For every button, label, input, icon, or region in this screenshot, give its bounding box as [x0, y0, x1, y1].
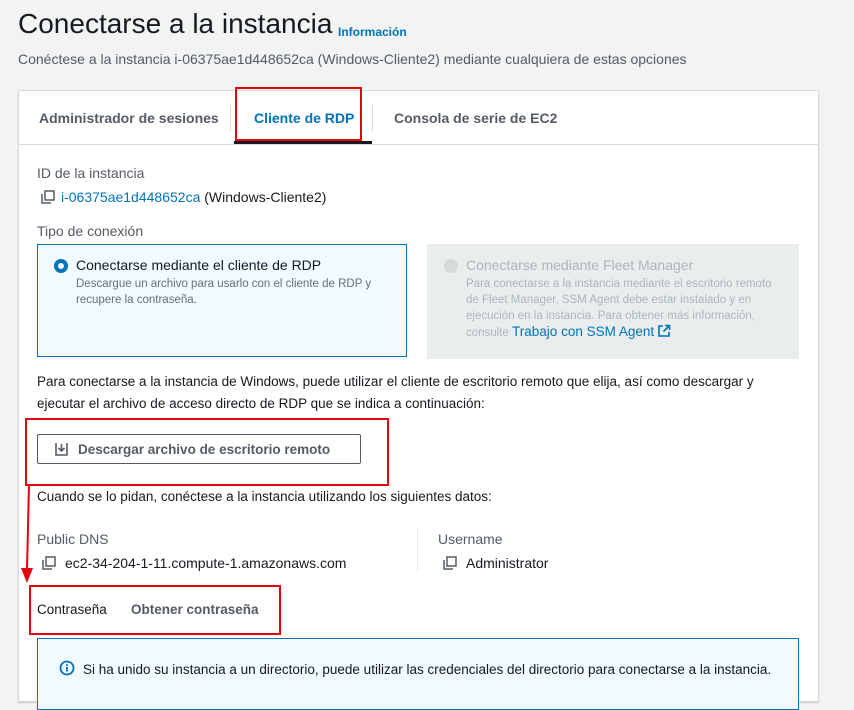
page-subtitle: Conéctese a la instancia i-06375ae1d4486…	[18, 51, 687, 67]
active-tab-indicator	[234, 141, 372, 144]
fleet-option-desc: Para conectarse a la instancia mediante …	[466, 278, 772, 339]
fleet-option-title: Conectarse mediante Fleet Manager	[466, 257, 694, 273]
connection-type-label: Tipo de conexión	[37, 223, 144, 239]
external-link-icon	[658, 324, 671, 337]
tab-ec2-serial-console[interactable]: Consola de serie de EC2	[394, 110, 557, 126]
username-value: Administrator	[466, 555, 549, 571]
rdp-client-option[interactable]: Conectarse mediante el cliente de RDP De…	[37, 244, 407, 357]
radio-disabled-icon	[444, 259, 458, 273]
copy-icon[interactable]	[42, 556, 56, 575]
ssm-agent-link[interactable]: Trabajo con SSM Agent	[512, 324, 654, 339]
instance-id-link[interactable]: i-06375ae1d448652ca	[61, 189, 200, 205]
tab-separator	[372, 105, 373, 131]
info-alert-text: Si ha unido su instancia a un directorio…	[83, 662, 772, 677]
rdp-option-title: Conectarse mediante el cliente de RDP	[76, 257, 322, 273]
annotation-box-rdp-tab	[235, 87, 362, 141]
tab-session-manager[interactable]: Administrador de sesiones	[39, 110, 219, 126]
copy-icon[interactable]	[41, 190, 55, 209]
fleet-manager-option: Conectarse mediante Fleet Manager Para c…	[427, 244, 799, 359]
instructions-text: Para conectarse a la instancia de Window…	[37, 374, 754, 411]
annotation-box-password	[29, 585, 281, 635]
public-dns-label: Public DNS	[37, 531, 109, 547]
page-title: Conectarse a la instancia	[18, 8, 333, 39]
instance-name: (Windows-Cliente2)	[204, 189, 327, 205]
username-label: Username	[438, 531, 503, 547]
instance-id-label: ID de la instancia	[37, 165, 145, 181]
prompt-text: Cuando se lo pidan, conéctese a la insta…	[37, 489, 492, 504]
info-alert: Si ha unido su instancia a un directorio…	[37, 638, 799, 710]
public-dns-value: ec2-34-204-1-11.compute-1.amazonaws.com	[65, 555, 347, 571]
tab-separator	[230, 105, 231, 131]
rdp-option-desc: Descargue un archivo para usarlo con el …	[76, 278, 372, 306]
info-link[interactable]: Información	[338, 25, 407, 39]
column-divider	[417, 528, 418, 572]
radio-selected-icon[interactable]	[54, 259, 68, 273]
annotation-arrow-icon	[21, 484, 33, 583]
annotation-box-download	[25, 418, 389, 486]
copy-icon[interactable]	[443, 556, 457, 575]
info-icon	[59, 660, 75, 676]
tab-bar: Administrador de sesiones Cliente de RDP…	[19, 91, 818, 145]
